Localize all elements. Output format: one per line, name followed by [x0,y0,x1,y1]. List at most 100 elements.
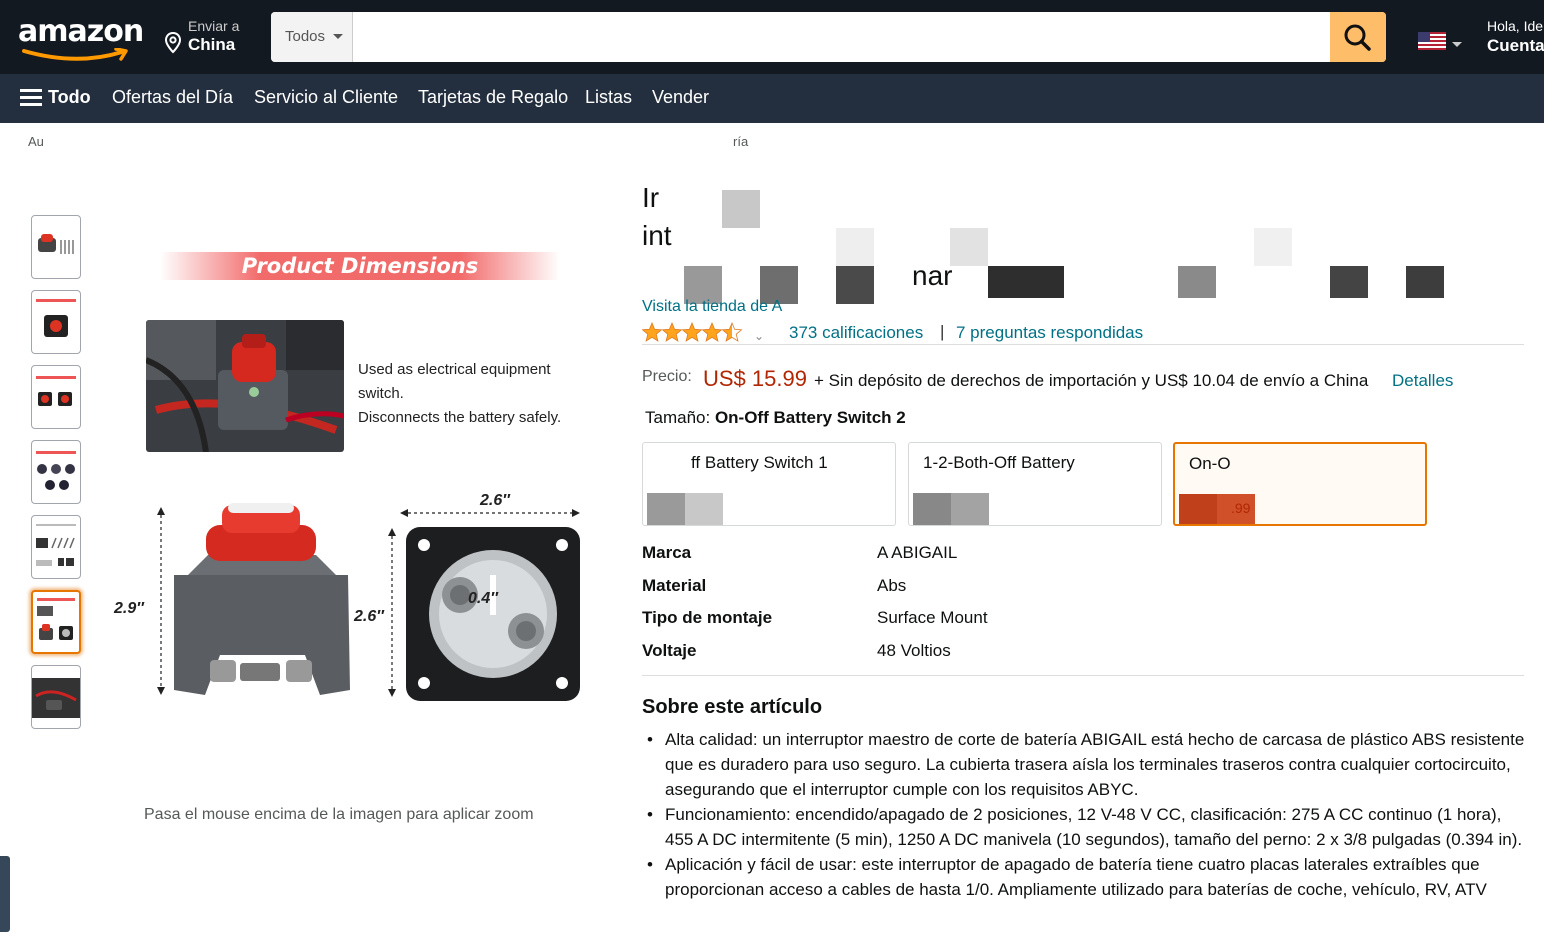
ratings-count-link[interactable]: 373 calificaciones [789,323,923,343]
banner-wrap: Product Dimensions [160,248,560,284]
search-bar: Todos [271,12,1386,62]
spec-value: 48 Voltios [877,641,951,660]
thumbnail-5[interactable] [31,515,81,579]
main-product-image[interactable]: Product Dimensions Used as electrical eq… [110,240,600,720]
size-option-2[interactable]: 1-2-Both-Off Battery [908,442,1162,526]
language-caret-icon[interactable] [1452,42,1462,47]
redaction-block [988,266,1064,298]
thumbnail-image [37,598,75,640]
redaction-block [1254,228,1292,266]
nav-item-listas[interactable]: Listas [585,87,632,108]
bullet-item: Funcionamiento: encendido/apagado de 2 p… [647,802,1525,852]
top-nav: amazon Enviar a China Todos Hola, Ide Cu… [0,0,1544,74]
star-rating-icon[interactable] [642,321,746,343]
separator: | [940,322,945,341]
thumbnail-image [36,524,76,566]
zoom-hint: Pasa el mouse encima de la imagen para a… [144,806,534,823]
redaction-block [1330,266,1368,298]
product-dimensions-banner: Product Dimensions [241,254,479,278]
about-heading: Sobre este artículo [642,696,823,718]
side-feedback-tab[interactable] [0,856,10,932]
redaction-block [1178,266,1216,298]
desc-line-1: Used as electrical equipment [358,361,551,378]
nav-item-servicio[interactable]: Servicio al Cliente [254,87,398,108]
account-label: Cuenta [1487,36,1544,55]
thumbnail-7[interactable] [31,665,81,729]
spec-key: Material [642,576,707,595]
account-menu[interactable]: Hola, Ide Cuenta [1487,18,1544,58]
nav-item-ofertas[interactable]: Ofertas del Día [112,87,233,108]
search-category-select[interactable]: Todos [271,12,353,62]
deliver-to[interactable]: Enviar a China [164,18,264,58]
store-link[interactable]: Visita la tienda de A [642,298,782,316]
spec-value: Abs [877,576,907,595]
thumbnail-6-selected[interactable] [31,590,81,654]
size-option-3-selected[interactable]: On-O .99 [1173,442,1427,526]
redaction-block [913,493,989,525]
thumbnail-image [36,451,76,490]
redaction-block [722,190,760,228]
about-bullets: Alta calidad: un interruptor maestro de … [647,727,1525,902]
thumbnail-image [36,376,76,406]
thumbnail-1[interactable] [31,215,81,279]
option-name: ff Battery Switch 1 [691,453,828,472]
switch-dimension-drawing [157,503,580,701]
option-price: .99 [1231,500,1251,516]
deliver-label: Enviar a [188,18,240,34]
option-name: On-O [1189,454,1231,473]
option-name: 1-2-Both-Off Battery [923,453,1075,472]
divider [642,675,1524,676]
title-line-1: Ir [642,182,660,213]
spec-key: Tipo de montaje [642,608,773,627]
desc-line-3: Disconnects the battery safely. [358,409,562,426]
bullet-item: Alta calidad: un interruptor maestro de … [647,727,1525,802]
thumbnail-image [38,234,74,254]
search-input[interactable] [353,12,1330,62]
dimension-side: 2.6″ [354,608,384,625]
secondary-nav: Todo Ofertas del Día Servicio al Cliente… [0,74,1544,123]
bullet-item: Aplicación y fácil de usar: este interru… [647,852,1525,902]
account-greeting: Hola, Ide [1487,18,1544,34]
size-option-1[interactable]: ff Battery Switch 1 [642,442,896,526]
spec-key: Marca [642,543,692,562]
redaction-block [647,493,723,525]
search-category-label: Todos [285,28,326,45]
spec-row: Tipo de montaje Surface Mount [642,608,1522,632]
breadcrumb-end[interactable]: ría [733,134,748,149]
size-value: On-Off Battery Switch 2 [714,408,906,427]
redaction-block [836,266,874,304]
shipping-note: + Sin depósito de derechos de importació… [814,371,1369,390]
nav-item-tarjetas[interactable]: Tarjetas de Regalo [418,87,568,108]
thumbnail-4[interactable] [31,440,81,504]
shipping-details-link[interactable]: Detalles [1392,371,1453,391]
thumbnail-3[interactable] [31,365,81,429]
us-flag-icon[interactable] [1418,32,1446,50]
installed-switch-photo [146,320,344,452]
product-title: Ir int nar [642,178,1522,304]
search-button[interactable] [1330,12,1386,62]
title-line-2: int [642,220,672,251]
price-label: Precio: [642,368,692,385]
nav-all[interactable]: Todo [48,87,91,108]
dimension-width: 2.6″ [480,492,510,509]
size-selector-label: Tamaño: On-Off Battery Switch 2 [645,408,906,428]
redaction-block [1406,266,1444,298]
spec-value: A ABIGAIL [877,543,958,562]
location-pin-icon [164,32,182,54]
amazon-logo[interactable]: amazon [18,14,144,62]
breadcrumb-start[interactable]: Au [28,134,44,149]
thumbnail-2[interactable] [31,290,81,354]
chevron-down-icon [333,34,343,39]
logo-smile-icon [22,48,128,61]
logo-text: amazon [18,14,144,49]
deliver-country: China [188,35,236,54]
nav-item-vender[interactable]: Vender [652,87,709,108]
answered-questions-link[interactable]: 7 preguntas respondidas [956,323,1143,343]
title-line-3: nar [912,260,953,291]
hamburger-menu-icon[interactable] [20,89,42,107]
thumbnail-image [32,678,80,718]
rating-chevron-icon[interactable]: ⌄ [754,329,764,343]
divider [642,344,1524,345]
redaction-block [836,228,874,266]
redaction-block [950,228,988,266]
